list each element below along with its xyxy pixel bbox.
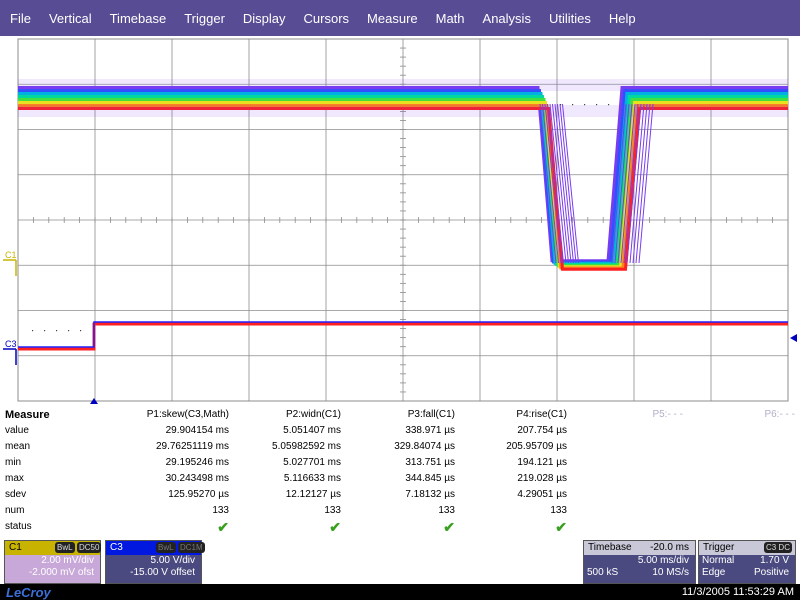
menu-help[interactable]: Help (599, 11, 644, 26)
timebase-rate: 5.00 ms/div (637, 555, 689, 566)
measure-value: 5.05982592 ms (272, 441, 341, 452)
c1-ground-dot (584, 104, 586, 106)
c3-descriptor[interactable]: C3 BwL DC1M 5.00 V/div -15.00 V offset (105, 540, 205, 584)
c1-ground-dot (572, 104, 574, 106)
trigger-mode: Normal (702, 555, 735, 566)
menu-utilities[interactable]: Utilities (539, 11, 599, 26)
lecroy-logo: LeCroy (6, 585, 51, 600)
c3-desc-title: C3 (110, 542, 123, 553)
trigger-level-arrow-icon (790, 334, 797, 342)
row-label-max: max (5, 473, 24, 484)
row-label-mean: mean (5, 441, 31, 452)
row-label-min: min (5, 457, 22, 468)
measure-value: 205.95709 µs (506, 441, 567, 452)
c3-vdiv: 5.00 V/div (150, 555, 195, 566)
timebase-srate: 10 MS/s (652, 567, 689, 578)
c3-trace-label: C3 (5, 339, 17, 349)
c3-bwl-badge: BwL (156, 542, 176, 553)
c3-ground-dot (68, 330, 70, 332)
measure-value: 7.18132 µs (405, 489, 455, 500)
menu-vertical[interactable]: Vertical (39, 11, 100, 26)
measure-value: 29.904154 ms (165, 425, 229, 436)
row-label-status: status (5, 521, 32, 532)
measure-table: Measure value mean min max sdev num status P1:sk… (0, 406, 800, 538)
c3-coupling-badge: DC1M (178, 542, 205, 553)
descriptor-bar: C1 BwL DC50 2.00 mV/div -2.000 mV ofst C… (0, 538, 800, 584)
measure-value: 29.76251119 ms (155, 441, 229, 452)
measure-value: 194.121 µs (517, 457, 567, 468)
measure-value: 313.751 µs (405, 457, 455, 468)
c3-ground-dot (44, 330, 46, 332)
trigger-level: 1.70 V (760, 555, 789, 566)
measure-header: Measure (5, 409, 50, 421)
measure-value: 5.116633 ms (283, 473, 341, 484)
c1-offset: -2.000 mV ofst (28, 567, 94, 578)
measure-value: 29.195246 ms (165, 457, 229, 468)
measure-col-title: P4:rise(C1) (516, 409, 567, 420)
timestamp: 11/3/2005 11:53:29 AM (681, 586, 794, 598)
menu-cursors[interactable]: Cursors (294, 11, 358, 26)
c1-descriptor[interactable]: C1 BwL DC50 2.00 mV/div -2.000 mV ofst (4, 540, 102, 584)
trigger-descriptor[interactable]: Trigger C3 DC Normal 1.70 V Edge Positiv… (698, 540, 796, 584)
c3-offset: -15.00 V offset (130, 567, 195, 578)
c3-ground-dot (80, 330, 82, 332)
row-label-value: value (5, 425, 29, 436)
measure-value: 30.243498 ms (165, 473, 229, 484)
measure-col-title-p5: P5:- - - (652, 409, 683, 420)
menu-file[interactable]: File (0, 11, 39, 26)
measure-value: 338.971 µs (405, 425, 455, 436)
trigger-source-badge: C3 DC (763, 542, 792, 553)
c3-ground-dot (32, 330, 34, 332)
measure-value: 125.95270 µs (168, 489, 229, 500)
timebase-title: Timebase (588, 542, 632, 553)
trigger-slope: Positive (753, 567, 789, 578)
waveform-display[interactable]: C1 C3 (0, 36, 800, 406)
menu-bar: File Vertical Timebase Trigger Display Cursor… (0, 0, 800, 36)
measure-col-title-p6: P6:- - - (764, 409, 795, 420)
menu-trigger[interactable]: Trigger (174, 11, 233, 26)
c1-ground-dot (596, 104, 598, 106)
trigger-type: Edge (702, 567, 726, 578)
measure-value: 5.051407 ms (283, 425, 341, 436)
c1-ground-dot (560, 104, 562, 106)
menu-measure[interactable]: Measure (357, 11, 426, 26)
measure-value: 133 (324, 505, 341, 516)
c1-trace-label: C1 (5, 250, 17, 260)
c1-vdiv: 2.00 mV/div (41, 555, 94, 566)
c1-desc-title: C1 (9, 542, 22, 553)
measure-value: 12.12127 µs (285, 489, 341, 500)
measure-value: 207.754 µs (517, 425, 567, 436)
measure-value: 4.29051 µs (517, 489, 567, 500)
measure-value: 133 (438, 505, 455, 516)
c1-bwl-badge: BwL (55, 542, 75, 553)
menu-display[interactable]: Display (233, 11, 294, 26)
status-footer: LeCroy 11/3/2005 11:53:29 AM (0, 584, 800, 600)
status-check-icon: ✔ (217, 519, 229, 535)
measure-value: 5.027701 ms (283, 457, 341, 468)
measure-col-title: P3:fall(C1) (407, 409, 455, 420)
measure-value: 329.84074 µs (394, 441, 455, 452)
measure-col-title: P2:widn(C1) (285, 409, 341, 420)
menu-timebase[interactable]: Timebase (100, 11, 175, 26)
status-check-icon: ✔ (329, 519, 341, 535)
c1-ground-dot (608, 104, 610, 106)
measure-value: 133 (550, 505, 567, 516)
timebase-descriptor[interactable]: Timebase -20.0 ms 5.00 ms/div 500 kS 10 … (583, 540, 696, 584)
trigger-title: Trigger (703, 542, 735, 553)
measure-value: 133 (212, 505, 229, 516)
status-check-icon: ✔ (555, 519, 567, 535)
c3-ground-dot (56, 330, 58, 332)
menu-math[interactable]: Math (426, 11, 473, 26)
c1-coupling-badge: DC50 (77, 542, 102, 553)
measure-col-title: P1:skew(C3,Math) (146, 409, 229, 420)
menu-analysis[interactable]: Analysis (473, 11, 539, 26)
timebase-samples: 500 kS (587, 567, 619, 578)
status-check-icon: ✔ (443, 519, 455, 535)
measure-value: 219.028 µs (517, 473, 567, 484)
timebase-delay: -20.0 ms (650, 542, 689, 553)
row-label-num: num (5, 505, 25, 516)
measure-value: 344.845 µs (405, 473, 455, 484)
row-label-sdev: sdev (5, 489, 27, 500)
